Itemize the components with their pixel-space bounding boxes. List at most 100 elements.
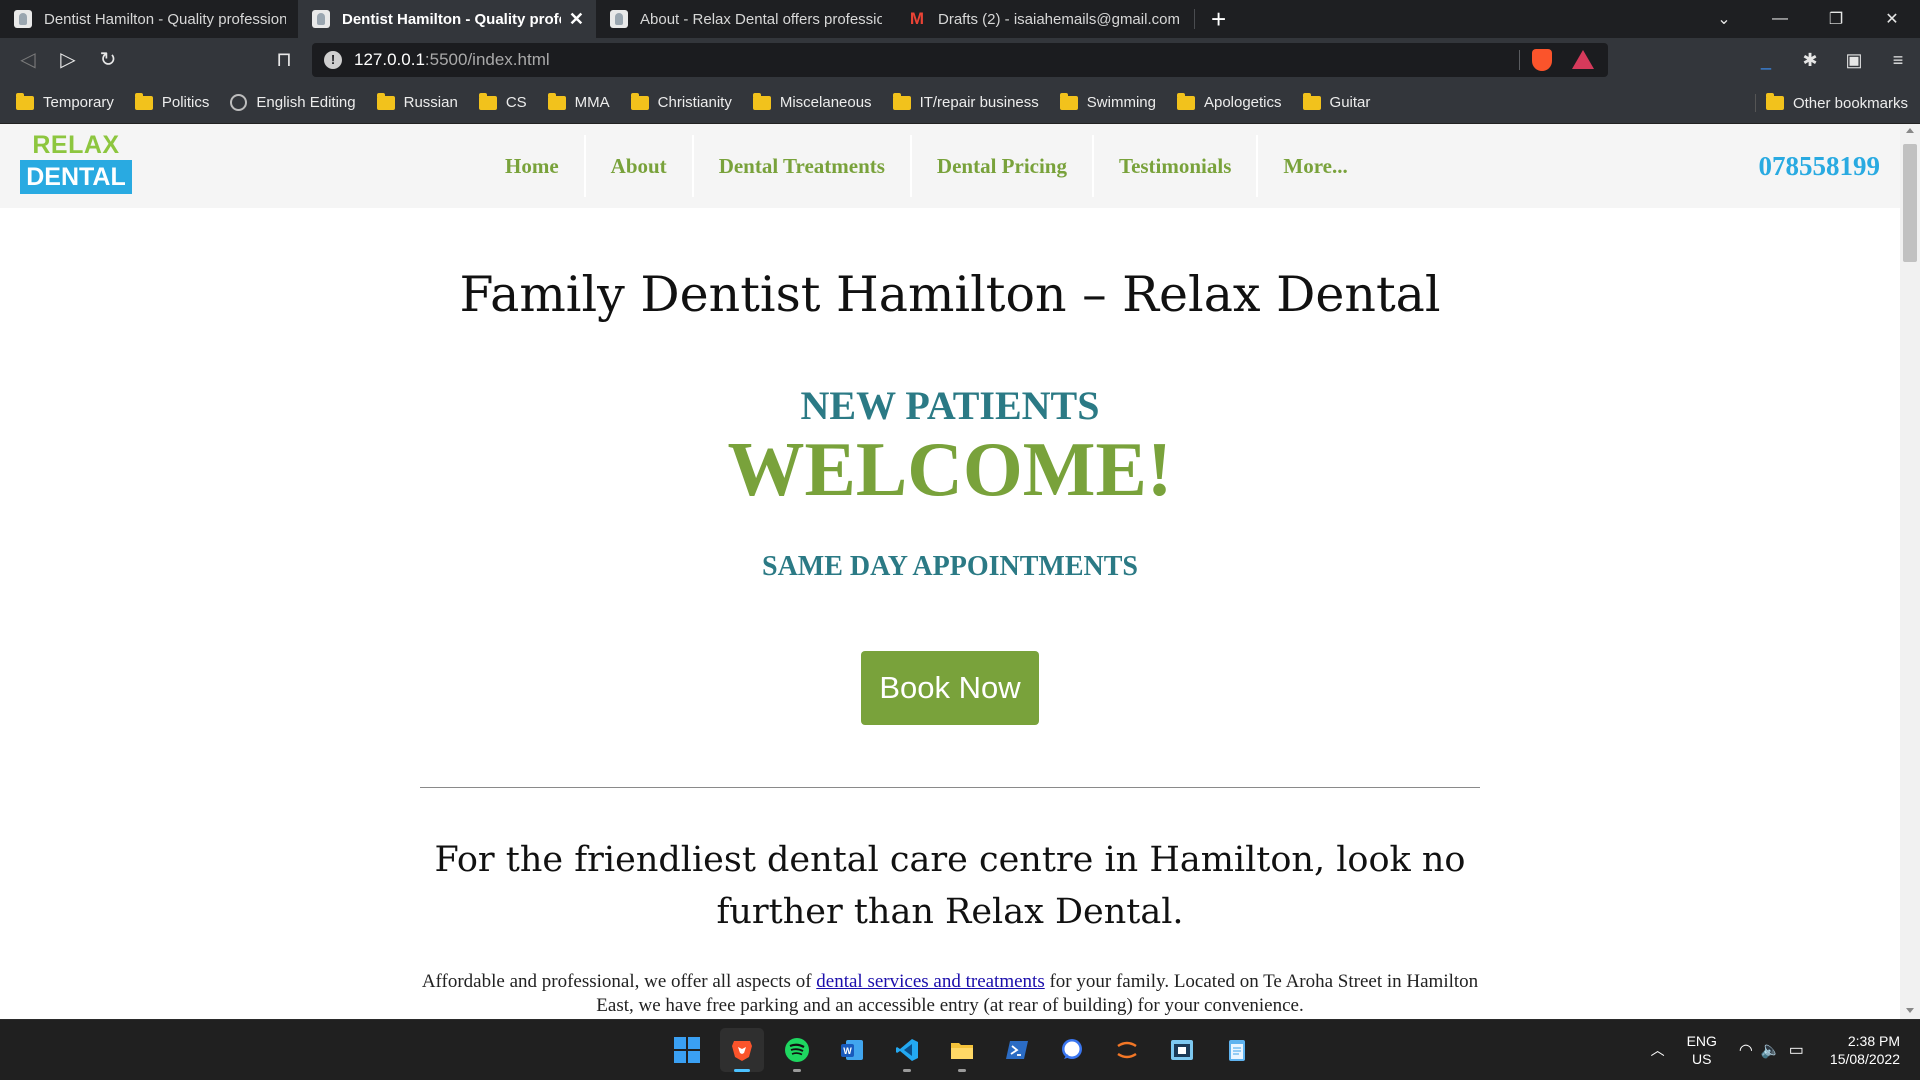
bookmark-label: MMA bbox=[574, 94, 610, 111]
new-tab-button[interactable]: + bbox=[1211, 6, 1226, 32]
phone-number-link[interactable]: 078558199 bbox=[1759, 124, 1881, 208]
scroll-up-arrow-icon[interactable] bbox=[1906, 128, 1914, 133]
close-window-icon[interactable]: ✕ bbox=[1864, 9, 1920, 29]
intro-line-1: For the friendliest dental care centre i… bbox=[434, 840, 1466, 880]
bookmark-apologetics[interactable]: Apologetics bbox=[1176, 92, 1282, 111]
language-indicator[interactable]: ENG US bbox=[1687, 1032, 1717, 1068]
svg-text:W: W bbox=[843, 1046, 852, 1056]
nav-testimonials[interactable]: Testimonials bbox=[1094, 135, 1259, 197]
reload-icon[interactable]: ↻ bbox=[94, 46, 122, 74]
bookmark-label: CS bbox=[505, 94, 527, 111]
bookmark-cs[interactable]: CS bbox=[478, 92, 527, 111]
bookmark-temporary[interactable]: Temporary bbox=[16, 92, 114, 111]
bookmark-english-editing[interactable]: English Editing bbox=[230, 94, 356, 111]
menu-icon[interactable]: ≡ bbox=[1876, 50, 1920, 71]
taskbar-word[interactable]: W bbox=[830, 1028, 874, 1072]
download-icon[interactable]: _ bbox=[1744, 50, 1788, 71]
back-icon[interactable]: ◁ bbox=[14, 46, 42, 74]
nav-home[interactable]: Home bbox=[480, 135, 586, 197]
bookmark-label: Politics bbox=[161, 94, 210, 111]
bookmark-label: Russian bbox=[403, 94, 458, 111]
intro-paragraph: Affordable and professional, we offer al… bbox=[420, 970, 1480, 1018]
bookmark-miscelaneous[interactable]: Miscelaneous bbox=[752, 92, 872, 111]
brave-icon bbox=[732, 1041, 752, 1061]
clock[interactable]: 2:38 PM 15/08/2022 bbox=[1830, 1032, 1900, 1068]
nav-more[interactable]: More... bbox=[1258, 135, 1372, 197]
running-indicator bbox=[958, 1069, 966, 1072]
brave-rewards-icon[interactable] bbox=[1572, 50, 1594, 69]
folder-icon bbox=[1765, 93, 1784, 110]
app-window-icon bbox=[1171, 1040, 1193, 1060]
language-code: ENG bbox=[1686, 1033, 1717, 1049]
welcome-heading: WELCOME! bbox=[727, 426, 1173, 512]
book-now-button[interactable]: Book Now bbox=[861, 651, 1039, 725]
bookmark-label: Temporary bbox=[43, 94, 114, 111]
running-indicator bbox=[734, 1069, 750, 1072]
tab-title: Dentist Hamilton - Quality professiona bbox=[44, 10, 286, 28]
browser-toolbar: ◁ ▷ ↻ ⊓ ! 127.0.0.1:5500/index.html _ ✱ … bbox=[0, 38, 1920, 82]
bookmark-icon[interactable]: ⊓ bbox=[270, 46, 298, 74]
taskbar-vscode[interactable] bbox=[885, 1028, 929, 1072]
bookmark-mma[interactable]: MMA bbox=[547, 92, 610, 111]
other-bookmarks[interactable]: Other bookmarks bbox=[1765, 82, 1908, 124]
bookmark-politics[interactable]: Politics bbox=[134, 92, 210, 111]
bookmark-christianity[interactable]: Christianity bbox=[630, 92, 732, 111]
tab-2-active[interactable]: Dentist Hamilton - Quality profes ✕ bbox=[298, 0, 596, 38]
close-tab-icon[interactable]: ✕ bbox=[569, 9, 584, 30]
taskbar-jupyter[interactable] bbox=[1105, 1028, 1149, 1072]
taskbar-app-window[interactable] bbox=[1160, 1028, 1204, 1072]
bookmark-label: Guitar bbox=[1329, 94, 1371, 111]
system-tray: ︿ ENG US ◠🔈▭ 2:38 PM 15/08/2022 bbox=[1651, 1020, 1920, 1080]
restore-icon[interactable]: ❐ bbox=[1808, 9, 1864, 29]
wallet-icon[interactable]: ▣ bbox=[1832, 50, 1876, 71]
forward-icon[interactable]: ▷ bbox=[54, 46, 82, 74]
scroll-thumb[interactable] bbox=[1903, 144, 1917, 262]
bookmark-label: Apologetics bbox=[1203, 94, 1282, 111]
relax-dental-logo[interactable]: RELAX DENTAL bbox=[20, 132, 132, 194]
logo-dental-text: DENTAL bbox=[20, 160, 132, 194]
taskbar-terminal[interactable] bbox=[995, 1028, 1039, 1072]
word-icon: W bbox=[841, 1040, 863, 1060]
signal-icon bbox=[1062, 1039, 1082, 1059]
tab-search-icon[interactable]: ⌄ bbox=[1696, 9, 1752, 29]
windows-logo-icon bbox=[674, 1037, 700, 1063]
intro-line-2: further than Relax Dental. bbox=[716, 892, 1184, 932]
notepad-icon bbox=[1229, 1040, 1245, 1061]
nav-about[interactable]: About bbox=[586, 135, 694, 197]
folder-icon bbox=[134, 92, 153, 110]
start-button[interactable] bbox=[665, 1028, 709, 1072]
site-info-icon[interactable]: ! bbox=[324, 51, 342, 69]
bookmark-it-repair-business[interactable]: IT/repair business bbox=[892, 92, 1039, 111]
url-text[interactable]: 127.0.0.1:5500/index.html bbox=[354, 50, 550, 70]
show-hidden-icons-icon[interactable]: ︿ bbox=[1651, 1040, 1665, 1060]
tab-4[interactable]: M Drafts (2) - isaiahemails@gmail.com - bbox=[894, 0, 1194, 38]
scroll-down-arrow-icon[interactable] bbox=[1906, 1008, 1914, 1013]
bookmark-russian[interactable]: Russian bbox=[376, 92, 458, 111]
bookmark-swimming[interactable]: Swimming bbox=[1059, 92, 1156, 111]
bookmark-guitar[interactable]: Guitar bbox=[1302, 92, 1371, 111]
dental-services-link[interactable]: dental services and treatments bbox=[816, 971, 1044, 992]
minimize-icon[interactable]: — bbox=[1752, 10, 1808, 28]
network-volume-battery-icons[interactable]: ◠🔈▭ bbox=[1739, 1040, 1812, 1060]
bookmark-label: IT/repair business bbox=[919, 94, 1039, 111]
powershell-icon bbox=[1006, 1041, 1028, 1059]
address-bar[interactable]: ! 127.0.0.1:5500/index.html bbox=[312, 43, 1608, 77]
taskbar-notepad[interactable] bbox=[1215, 1028, 1259, 1072]
nav-dental-pricing[interactable]: Dental Pricing bbox=[912, 135, 1094, 197]
taskbar-signal[interactable] bbox=[1050, 1028, 1094, 1072]
taskbar-brave[interactable] bbox=[720, 1028, 764, 1072]
tab-1[interactable]: Dentist Hamilton - Quality professiona bbox=[0, 0, 298, 38]
tab-3[interactable]: About - Relax Dental offers profession bbox=[596, 0, 894, 38]
folder-icon bbox=[892, 92, 911, 110]
tab-title: About - Relax Dental offers profession bbox=[640, 10, 882, 28]
taskbar-file-explorer[interactable] bbox=[940, 1028, 984, 1072]
jupyter-icon bbox=[1117, 1041, 1137, 1059]
taskbar-spotify[interactable] bbox=[775, 1028, 819, 1072]
page-title: Family Dentist Hamilton – Relax Dental bbox=[459, 266, 1441, 323]
nav-dental-treatments[interactable]: Dental Treatments bbox=[694, 135, 912, 197]
bookmarks-bar: Temporary Politics English Editing Russi… bbox=[0, 82, 1920, 124]
folder-icon bbox=[1302, 92, 1321, 110]
brave-shield-icon[interactable] bbox=[1532, 49, 1552, 71]
page-scrollbar[interactable] bbox=[1900, 124, 1920, 1019]
extensions-icon[interactable]: ✱ bbox=[1788, 50, 1832, 71]
